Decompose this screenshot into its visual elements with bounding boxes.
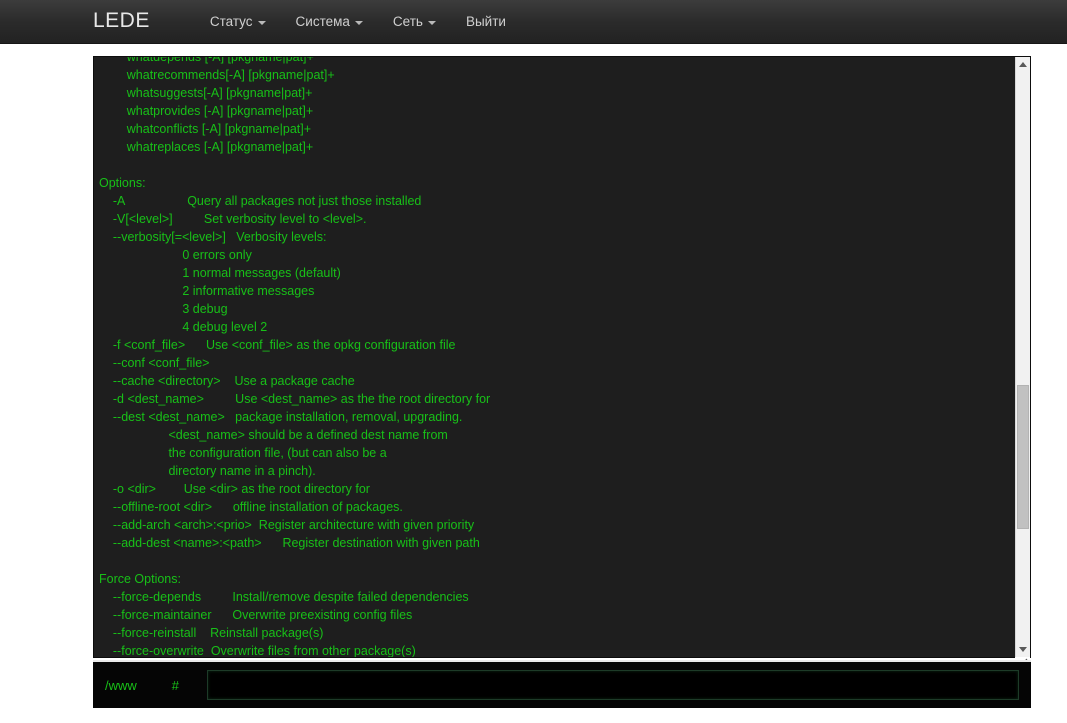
terminal-line: -V[<level>] Set verbosity level to <leve… (99, 212, 367, 226)
nav-menu: Статус Система Сеть Выйти (195, 0, 521, 44)
terminal-line: --dest <dest_name> package installation,… (99, 410, 463, 424)
prompt-cwd: /www (105, 677, 137, 693)
terminal-line: --add-dest <name>:<path> Register destin… (99, 536, 480, 550)
terminal-line: whatdepends [-A] [pkgname|pat]+ (99, 57, 314, 64)
terminal-line: whatreplaces [-A] [pkgname|pat]+ (99, 140, 314, 154)
nav-item-label: Статус (209, 13, 253, 29)
terminal-line: --force-depends Install/remove despite f… (99, 590, 469, 604)
terminal-line: whatrecommends[-A] [pkgname|pat]+ (99, 68, 335, 82)
terminal-line: 2 informative messages (99, 284, 315, 298)
scroll-down-button[interactable] (1016, 642, 1030, 657)
terminal-line: Force Options: (99, 572, 181, 586)
terminal-line: -A Query all packages not just those ins… (99, 194, 422, 208)
nav-item-logout[interactable]: Выйти (451, 0, 521, 44)
nav-item-label: Выйти (465, 13, 506, 29)
nav-item-network[interactable]: Сеть (378, 0, 451, 44)
terminal-line: --force-maintainer Overwrite preexisting… (99, 608, 413, 622)
terminal-line: 4 debug level 2 (99, 320, 268, 334)
top-navbar: LEDE Статус Система Сеть Выйти (0, 0, 1067, 44)
terminal-line: --force-reinstall Reinstall package(s) (99, 626, 324, 640)
terminal-line: -d <dest_name> Use <dest_name> as the th… (99, 392, 491, 406)
terminal-line: 3 debug (99, 302, 228, 316)
chevron-down-icon (257, 20, 266, 25)
terminal-line: <dest_name> should be a defined dest nam… (99, 428, 448, 442)
terminal-output[interactable]: whatdepends [-A] [pkgname|pat]+ whatreco… (94, 57, 1015, 657)
nav-item-label: Система (295, 13, 350, 29)
terminal-line: 1 normal messages (default) (99, 266, 341, 280)
prompt-symbol: # (171, 677, 180, 693)
nav-item-status[interactable]: Статус (195, 0, 281, 44)
terminal-line: Options: (99, 176, 146, 190)
terminal-line: -f <conf_file> Use <conf_file> as the op… (99, 338, 456, 352)
terminal-line: -o <dir> Use <dir> as the root directory… (99, 482, 370, 496)
terminal-line: --offline-root <dir> offline installatio… (99, 500, 403, 514)
terminal-line: --cache <directory> Use a package cache (99, 374, 355, 388)
terminal-line: --add-arch <arch>:<prio> Register archit… (99, 518, 475, 532)
scrollbar-thumb[interactable] (1017, 385, 1029, 529)
terminal-line: 0 errors only (99, 248, 252, 262)
terminal-line: --verbosity[=<level>] Verbosity levels: (99, 230, 327, 244)
terminal-line: whatprovides [-A] [pkgname|pat]+ (99, 104, 314, 118)
triangle-up-icon (1019, 62, 1027, 67)
terminal-lines: whatdepends [-A] [pkgname|pat]+ whatreco… (94, 57, 1015, 657)
terminal-line: whatconflicts [-A] [pkgname|pat]+ (99, 122, 312, 136)
terminal-line: whatsuggests[-A] [pkgname|pat]+ (99, 86, 313, 100)
scroll-up-button[interactable] (1016, 57, 1030, 72)
chevron-down-icon (427, 20, 436, 25)
command-input[interactable] (207, 670, 1019, 700)
nav-item-system[interactable]: Система (281, 0, 378, 44)
terminal-scrollbar[interactable] (1015, 57, 1030, 671)
nav-item-label: Сеть (392, 13, 423, 29)
terminal-line: --force-overwrite Overwrite files from o… (99, 644, 416, 657)
brand-logo[interactable]: LEDE (93, 10, 150, 33)
terminal-line: --conf <conf_file> (99, 356, 210, 370)
chevron-down-icon (354, 20, 363, 25)
terminal-line: directory name in a pinch). (99, 464, 316, 478)
command-prompt-bar: /www # (93, 660, 1031, 708)
terminal-line: the configuration file, (but can also be… (99, 446, 387, 460)
triangle-down-icon (1019, 647, 1027, 652)
terminal-window: whatdepends [-A] [pkgname|pat]+ whatreco… (93, 56, 1031, 671)
